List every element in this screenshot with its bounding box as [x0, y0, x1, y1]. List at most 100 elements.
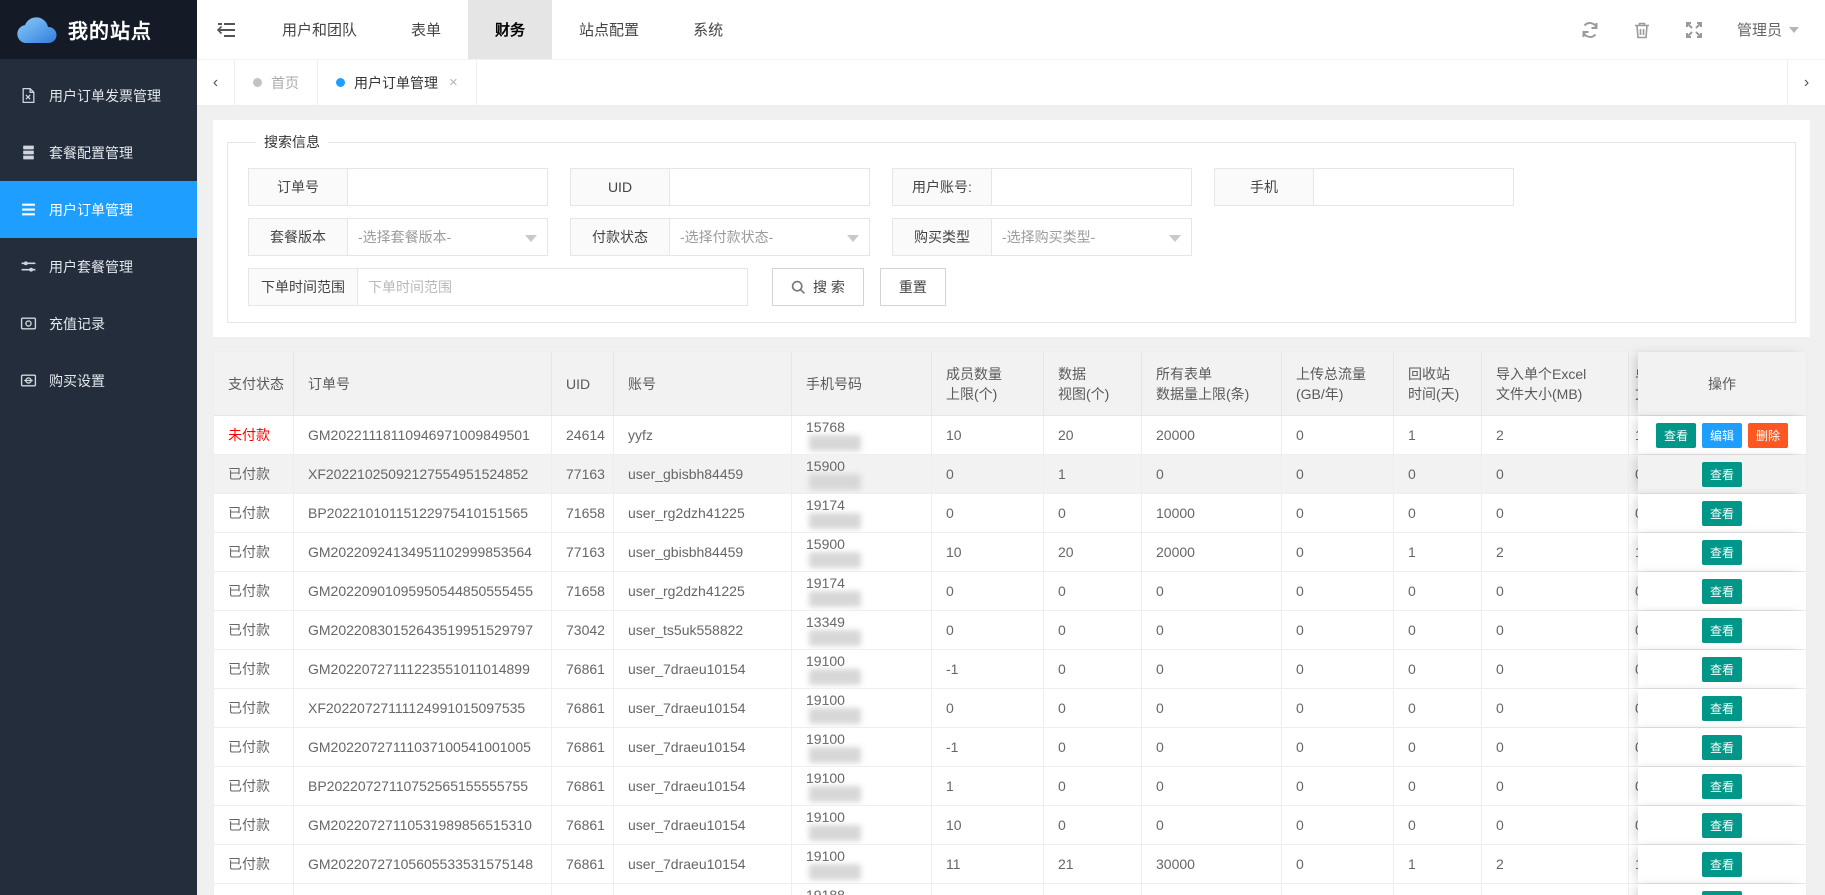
- cell-value: 11: [946, 856, 1029, 872]
- cell-value: 0: [1058, 817, 1127, 833]
- cell-value: user_7draeu10154: [628, 700, 777, 716]
- buy-type-field: 购买类型 -选择购买类型-: [892, 218, 1192, 256]
- cell-value: 0: [1058, 739, 1127, 755]
- uid-input[interactable]: [670, 168, 870, 206]
- cell-form_data_limit: 0: [1142, 455, 1282, 493]
- tab-home-label: 首页: [271, 73, 299, 93]
- delete-button[interactable]: 删除: [1748, 423, 1788, 448]
- cell-phone: 15900: [792, 455, 932, 493]
- time-range-field: 下单时间范围: [248, 268, 748, 306]
- ops-cell: 查看: [1638, 572, 1806, 610]
- phone-redaction-blur: [809, 786, 861, 802]
- cell-value: 10: [946, 544, 1029, 560]
- cell-data_views: 0: [1044, 572, 1142, 610]
- tab-user-order-management[interactable]: 用户订单管理 ×: [318, 60, 477, 105]
- nav-item-3[interactable]: 站点配置: [552, 0, 666, 59]
- user-menu[interactable]: 管理员: [1737, 19, 1799, 40]
- view-button[interactable]: 查看: [1702, 462, 1742, 487]
- tabs-scroll-right-icon[interactable]: ›: [1787, 60, 1825, 105]
- view-button[interactable]: 查看: [1702, 618, 1742, 643]
- cell-excel_size: 0: [1482, 611, 1629, 649]
- cell-excel_size: 2: [1482, 416, 1629, 454]
- view-button[interactable]: 查看: [1702, 501, 1742, 526]
- cell-upload_traffic: 0: [1282, 416, 1394, 454]
- view-button[interactable]: 查看: [1702, 774, 1742, 799]
- column-header-phone: 手机号码: [792, 352, 932, 415]
- reset-button[interactable]: 重置: [880, 268, 946, 306]
- tabs-scroll-left-icon[interactable]: ‹: [197, 60, 235, 105]
- phone-prefix: 19100: [806, 731, 917, 747]
- cell-uid: 74479: [552, 884, 614, 895]
- tab-home[interactable]: 首页: [235, 60, 318, 105]
- phone-redaction-blur: [809, 708, 861, 724]
- edit-button[interactable]: 编辑: [1702, 423, 1742, 448]
- nav-item-1[interactable]: 表单: [384, 0, 468, 59]
- sidebar-item-5[interactable]: 购买设置: [0, 352, 197, 409]
- sidebar-item-1[interactable]: 套餐配置管理: [0, 124, 197, 181]
- chevron-down-icon: [1789, 27, 1799, 33]
- view-button[interactable]: 查看: [1702, 657, 1742, 682]
- orders-table: 支付状态订单号UID账号手机号码成员数量上限(个)数据视图(个)所有表单数据量上…: [213, 351, 1807, 895]
- cell-value: user_7draeu10154: [628, 778, 777, 794]
- account-input[interactable]: [992, 168, 1192, 206]
- cell-status: 已付款: [214, 767, 294, 805]
- cell-value: 0: [1156, 466, 1267, 482]
- collapse-sidebar-icon[interactable]: [197, 0, 255, 59]
- table-row: 已付款GM2022083015264351995152979773042user…: [214, 611, 1806, 650]
- cell-value: 0: [946, 466, 1029, 482]
- cell-value: 0: [1058, 583, 1127, 599]
- cell-value: 1: [1408, 427, 1467, 443]
- view-button[interactable]: 查看: [1702, 852, 1742, 877]
- site-logo: 我的站点: [0, 0, 197, 59]
- nav-item-0[interactable]: 用户和团队: [255, 0, 384, 59]
- sidebar-item-label: 套餐配置管理: [49, 143, 133, 163]
- sidebar-item-label: 用户订单发票管理: [49, 86, 161, 106]
- cell-value: 0: [1408, 817, 1467, 833]
- view-button[interactable]: 查看: [1702, 696, 1742, 721]
- nav-item-4[interactable]: 系统: [666, 0, 750, 59]
- cell-value: 0: [1296, 700, 1379, 716]
- sidebar-item-2[interactable]: 用户订单管理: [0, 181, 197, 238]
- sidebar-item-3[interactable]: 用户套餐管理: [0, 238, 197, 295]
- order-no-input[interactable]: [348, 168, 548, 206]
- trash-icon[interactable]: [1633, 21, 1651, 39]
- view-button[interactable]: 查看: [1702, 735, 1742, 760]
- pay-status-badge: 已付款: [228, 542, 279, 562]
- cell-form_data_limit: 10000: [1142, 884, 1282, 895]
- sidebar-item-0[interactable]: 用户订单发票管理: [0, 67, 197, 124]
- cell-value: 0: [1156, 778, 1267, 794]
- refresh-icon[interactable]: [1581, 21, 1599, 39]
- sidebar-item-4[interactable]: 充值记录: [0, 295, 197, 352]
- order-list-icon: [20, 201, 37, 218]
- phone-input[interactable]: [1314, 168, 1514, 206]
- cell-member_limit: 0: [932, 455, 1044, 493]
- cell-value: 0: [946, 505, 1029, 521]
- search-button-label: 搜 索: [813, 277, 845, 297]
- view-button[interactable]: 查看: [1702, 813, 1742, 838]
- search-button[interactable]: 搜 索: [772, 268, 864, 306]
- cell-value: 24614: [566, 427, 599, 443]
- cell-account: user_rg2dzh41225: [614, 494, 792, 532]
- package-version-select[interactable]: -选择套餐版本-: [348, 218, 548, 256]
- view-button[interactable]: 查看: [1702, 891, 1742, 895]
- search-row-2: 套餐版本 -选择套餐版本- 付款状态 -选择付款状态-: [248, 218, 1781, 256]
- cell-value: 20: [1058, 427, 1127, 443]
- buy-type-select[interactable]: -选择购买类型-: [992, 218, 1192, 256]
- cell-recycle_days: 1: [1394, 845, 1482, 883]
- pay-status-badge: 已付款: [228, 659, 279, 679]
- close-tab-icon[interactable]: ×: [449, 74, 458, 91]
- cell-uid: 73042: [552, 611, 614, 649]
- view-button[interactable]: 查看: [1702, 540, 1742, 565]
- cell-member_limit: 0: [932, 572, 1044, 610]
- view-button[interactable]: 查看: [1656, 423, 1696, 448]
- phone-redaction-blur: [809, 864, 861, 880]
- nav-item-2[interactable]: 财务: [468, 0, 552, 59]
- pay-status-select[interactable]: -选择付款状态-: [670, 218, 870, 256]
- recharge-icon: [20, 315, 37, 332]
- cell-phone: 13349: [792, 611, 932, 649]
- fullscreen-icon[interactable]: [1685, 21, 1703, 39]
- view-button[interactable]: 查看: [1702, 579, 1742, 604]
- cell-upload_traffic: 0: [1282, 728, 1394, 766]
- time-range-input[interactable]: [358, 268, 748, 306]
- cell-excel_size: 0: [1482, 494, 1629, 532]
